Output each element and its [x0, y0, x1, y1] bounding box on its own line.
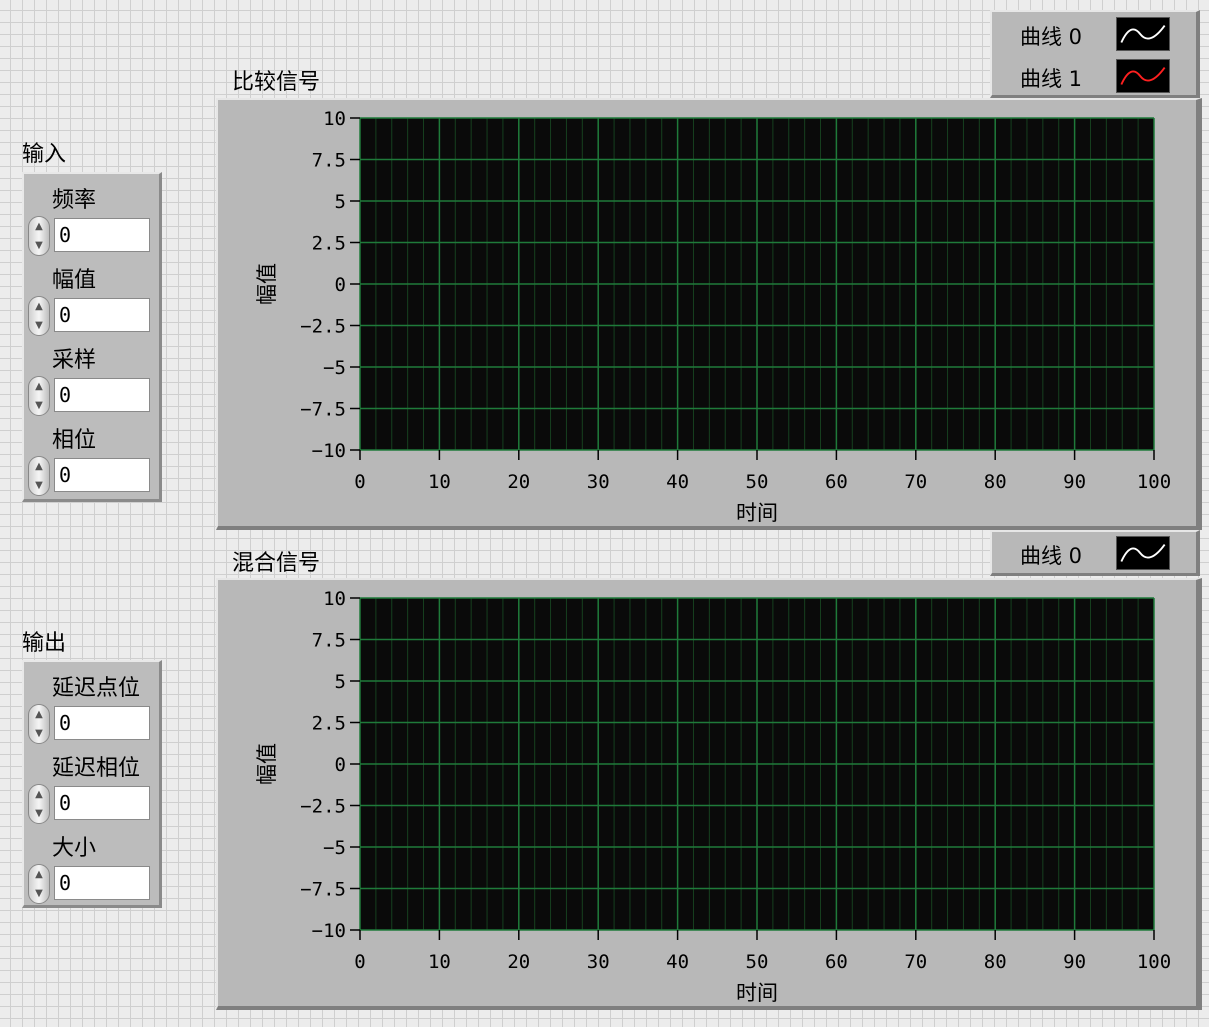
- magnitude-input[interactable]: 0: [54, 866, 150, 900]
- y-tick-label: −5: [323, 837, 346, 859]
- x-tick-label: 50: [746, 951, 769, 973]
- delay-points-label: 延迟点位: [52, 676, 141, 701]
- x-tick-label: 30: [587, 471, 610, 493]
- delay-points-spinner[interactable]: ▲ ▼: [28, 704, 50, 744]
- graph2-legend[interactable]: 曲线 0: [990, 530, 1200, 576]
- y-tick-label: 0: [335, 754, 346, 776]
- y-tick-label: 5: [335, 671, 346, 693]
- x-tick-label: 60: [825, 951, 848, 973]
- y-tick-label: −5: [323, 357, 346, 379]
- input-controls-panel: 频率 ▲ ▼ 0 幅值 ▲ ▼ 0 采样 ▲ ▼ 0 相位 ▲ ▼ 0: [22, 172, 162, 502]
- increment-arrow-icon[interactable]: ▲: [29, 457, 49, 476]
- y-tick-label: 2.5: [312, 713, 346, 735]
- input-group-label: 输入: [22, 142, 67, 167]
- x-tick-label: 90: [1063, 951, 1086, 973]
- graph1-title: 比较信号: [232, 70, 321, 95]
- plot-line-icon[interactable]: [1116, 17, 1170, 51]
- y-tick-label: 2.5: [312, 233, 346, 255]
- amplitude-label: 幅值: [52, 268, 97, 293]
- frequency-label: 频率: [52, 188, 97, 213]
- y-tick-label: −7.5: [300, 399, 346, 421]
- frequency-input[interactable]: 0: [54, 218, 150, 252]
- x-tick-label: 20: [507, 471, 530, 493]
- x-tick-label: 70: [904, 951, 927, 973]
- delay-phase-label: 延迟相位: [52, 756, 141, 781]
- sampling-input[interactable]: 0: [54, 378, 150, 412]
- y-tick-label: 7.5: [312, 630, 346, 652]
- frequency-spinner[interactable]: ▲ ▼: [28, 216, 50, 256]
- phase-label: 相位: [52, 428, 97, 453]
- x-tick-label: 40: [666, 471, 689, 493]
- delay-phase-input[interactable]: 0: [54, 786, 150, 820]
- x-tick-label: 0: [354, 951, 365, 973]
- graph1-frame: 10 7.5 5 2.5 0 −2.5 −5 −7.5 −10 0 10 20 30 40 50 60 70 80…: [216, 98, 1202, 530]
- y-tick-label: 5: [335, 191, 346, 213]
- increment-arrow-icon[interactable]: ▲: [29, 217, 49, 236]
- x-tick-label: 10: [428, 471, 451, 493]
- increment-arrow-icon[interactable]: ▲: [29, 705, 49, 724]
- sampling-spinner[interactable]: ▲ ▼: [28, 376, 50, 416]
- x-tick-label: 0: [354, 471, 365, 493]
- decrement-arrow-icon[interactable]: ▼: [29, 884, 49, 903]
- y-tick-label: 7.5: [312, 150, 346, 172]
- decrement-arrow-icon[interactable]: ▼: [29, 236, 49, 255]
- x-tick-label: 80: [984, 471, 1007, 493]
- phase-spinner[interactable]: ▲ ▼: [28, 456, 50, 496]
- x-tick-label: 40: [666, 951, 689, 973]
- x-axis-label: 时间: [736, 501, 778, 525]
- graph2-frame: 10 7.5 5 2.5 0 −2.5 −5 −7.5 −10 0 10 20 30 40 50 60 70 80…: [216, 578, 1202, 1010]
- legend-item-label: 曲线 0: [1020, 544, 1083, 568]
- x-tick-label: 60: [825, 471, 848, 493]
- amplitude-spinner[interactable]: ▲ ▼: [28, 296, 50, 336]
- y-tick-label: −10: [312, 920, 346, 942]
- decrement-arrow-icon[interactable]: ▼: [29, 724, 49, 743]
- x-tick-label: 90: [1063, 471, 1086, 493]
- increment-arrow-icon[interactable]: ▲: [29, 297, 49, 316]
- output-controls-panel: 延迟点位 ▲ ▼ 0 延迟相位 ▲ ▼ 0 大小 ▲ ▼ 0: [22, 660, 162, 908]
- delay-phase-spinner[interactable]: ▲ ▼: [28, 784, 50, 824]
- amplitude-input[interactable]: 0: [54, 298, 150, 332]
- y-tick-label: 10: [323, 588, 346, 610]
- delay-points-input[interactable]: 0: [54, 706, 150, 740]
- x-tick-label: 100: [1137, 471, 1171, 493]
- x-tick-label: 50: [746, 471, 769, 493]
- x-tick-label: 100: [1137, 951, 1171, 973]
- y-axis-label: 幅值: [255, 743, 279, 785]
- magnitude-label: 大小: [52, 836, 97, 861]
- decrement-arrow-icon[interactable]: ▼: [29, 804, 49, 823]
- decrement-arrow-icon[interactable]: ▼: [29, 396, 49, 415]
- x-tick-label: 10: [428, 951, 451, 973]
- x-tick-label: 70: [904, 471, 927, 493]
- x-tick-label: 30: [587, 951, 610, 973]
- legend-item-label: 曲线 0: [1020, 25, 1083, 49]
- y-tick-label: −7.5: [300, 879, 346, 901]
- y-axis-label: 幅值: [255, 263, 279, 305]
- output-group-label: 输出: [22, 631, 67, 656]
- graph2-chart[interactable]: 10 7.5 5 2.5 0 −2.5 −5 −7.5 −10 0 10 20 30 40 50 60 70 80…: [218, 580, 1196, 1006]
- y-tick-label: 10: [323, 108, 346, 130]
- increment-arrow-icon[interactable]: ▲: [29, 865, 49, 884]
- y-tick-label: −2.5: [300, 796, 346, 818]
- y-tick-label: −2.5: [300, 316, 346, 338]
- increment-arrow-icon[interactable]: ▲: [29, 785, 49, 804]
- phase-input[interactable]: 0: [54, 458, 150, 492]
- increment-arrow-icon[interactable]: ▲: [29, 377, 49, 396]
- x-tick-label: 80: [984, 951, 1007, 973]
- decrement-arrow-icon[interactable]: ▼: [29, 316, 49, 335]
- legend-item-label: 曲线 1: [1020, 67, 1083, 91]
- decrement-arrow-icon[interactable]: ▼: [29, 476, 49, 495]
- graph1-chart[interactable]: 10 7.5 5 2.5 0 −2.5 −5 −7.5 −10 0 10 20 30 40 50 60 70 80…: [218, 100, 1196, 526]
- x-tick-label: 20: [507, 951, 530, 973]
- sampling-label: 采样: [52, 348, 97, 373]
- y-tick-label: −10: [312, 440, 346, 462]
- magnitude-spinner[interactable]: ▲ ▼: [28, 864, 50, 904]
- y-tick-label: 0: [335, 274, 346, 296]
- graph1-legend[interactable]: 曲线 0 曲线 1: [990, 10, 1200, 98]
- graph2-title: 混合信号: [232, 551, 321, 576]
- x-axis-label: 时间: [736, 981, 778, 1005]
- plot-line-icon[interactable]: [1116, 536, 1170, 570]
- plot-line-icon[interactable]: [1116, 59, 1170, 93]
